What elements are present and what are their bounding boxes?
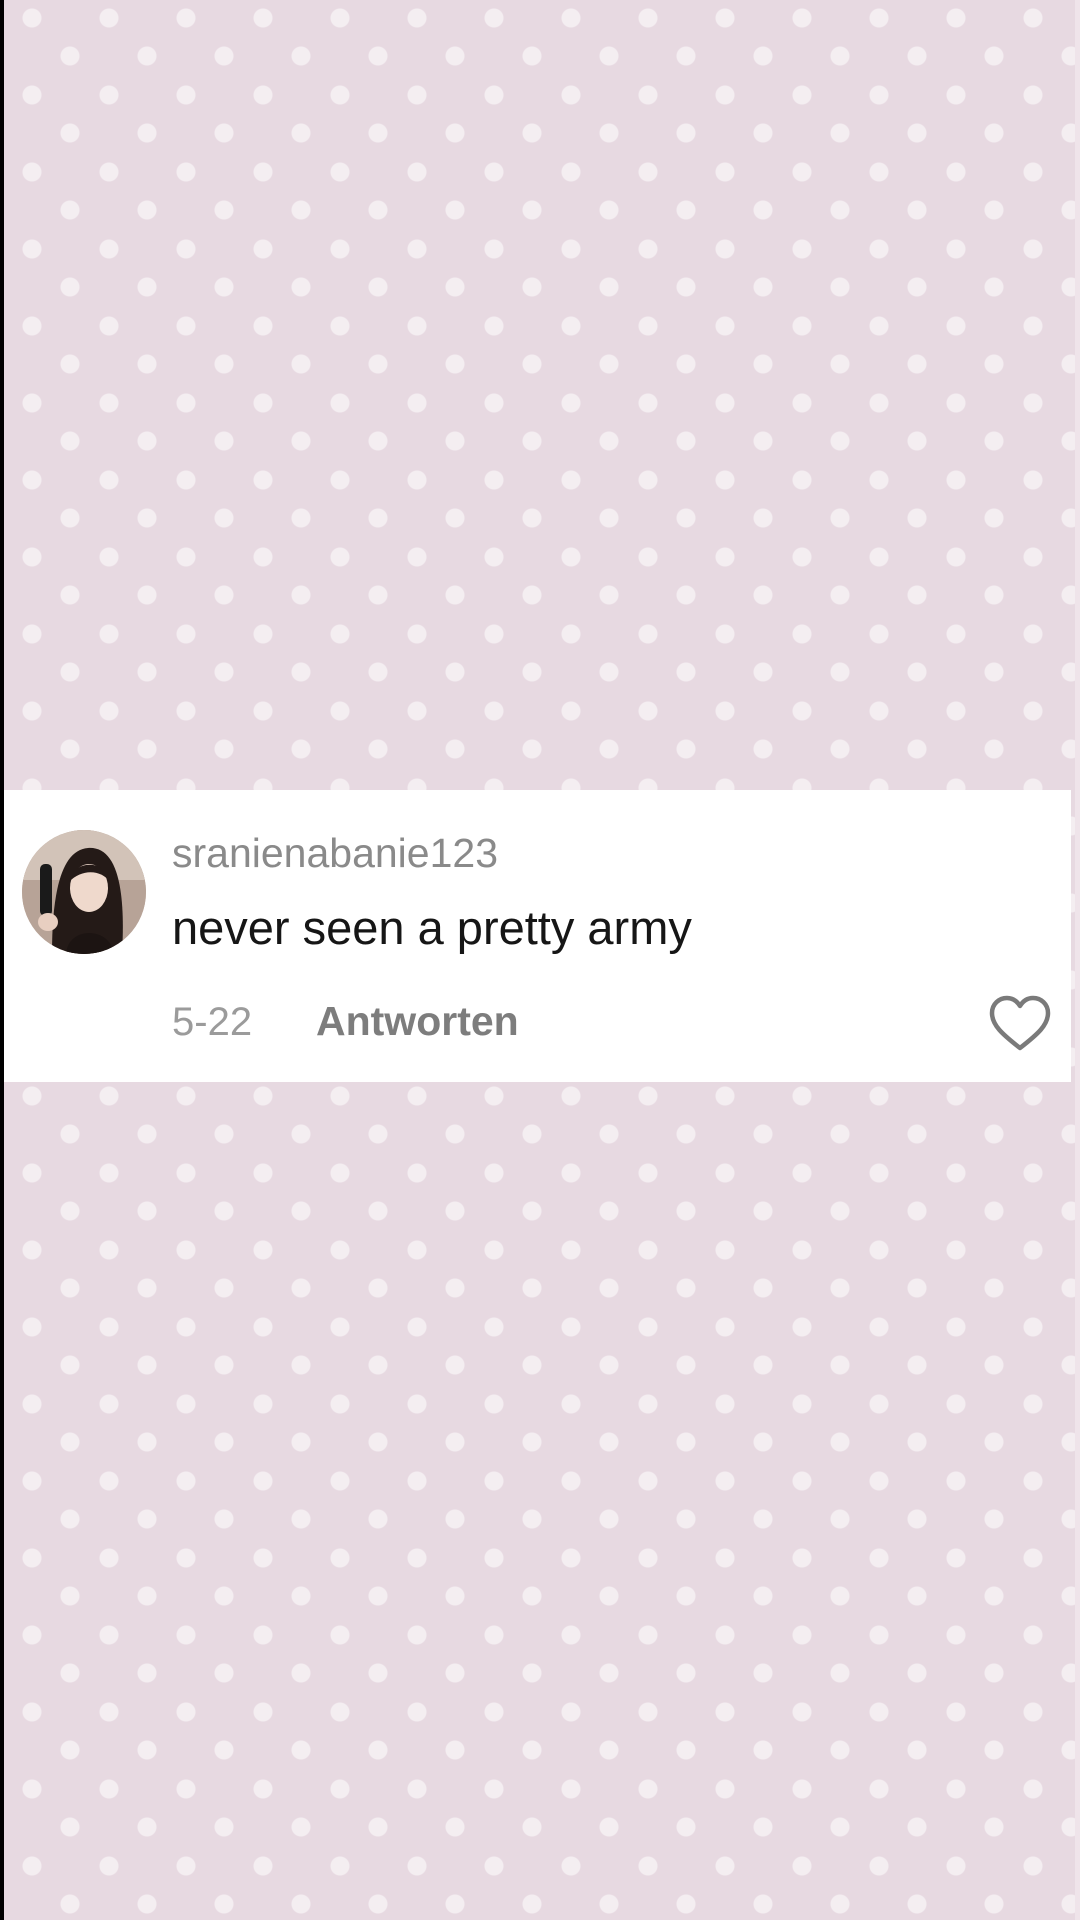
like-button[interactable]	[988, 994, 1052, 1054]
reply-button[interactable]: Antworten	[316, 998, 519, 1045]
avatar-photo	[22, 830, 146, 954]
comment-card: sranienabanie123 never seen a pretty arm…	[4, 790, 1071, 1082]
heart-outline-icon	[989, 995, 1051, 1051]
comment-text: never seen a pretty army	[172, 901, 692, 954]
screen-edge-right	[1075, 0, 1080, 1920]
comment-username[interactable]: sranienabanie123	[172, 830, 498, 877]
comment-date: 5-22	[172, 1000, 253, 1044]
avatar[interactable]	[22, 830, 146, 954]
